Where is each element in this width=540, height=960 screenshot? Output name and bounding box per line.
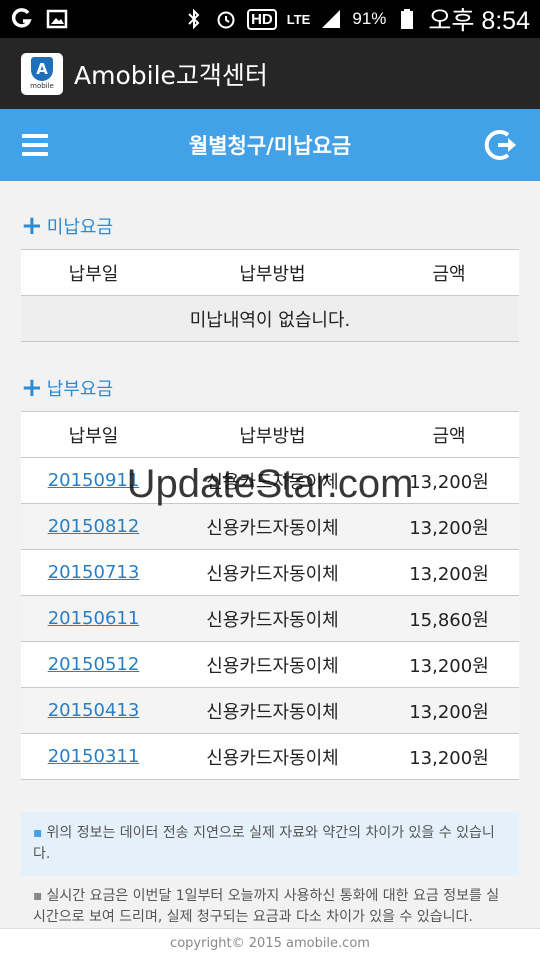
payment-date-link[interactable]: 20150413 [48, 700, 140, 721]
paid-table: 납부일 납부방법 금액 20150911 신용카드자동이체 13,200원 20… [21, 411, 519, 780]
shield-logo-icon: A [31, 57, 53, 81]
bullet-icon: ▪ [33, 888, 43, 904]
image-notification-icon [46, 8, 68, 30]
nav-bar: 월별청구/미납요금 [0, 109, 540, 181]
payment-method: 신용카드자동이체 [166, 457, 379, 504]
table-row: 20150713 신용카드자동이체 13,200원 [21, 549, 519, 596]
unpaid-title-label: 미납요금 [46, 217, 114, 238]
hd-voice-icon: HD [247, 8, 277, 30]
empty-message: 미납내역이 없습니다. [21, 295, 519, 342]
status-bar: HD LTE 91% 오후 8:54 [0, 0, 540, 38]
paid-section-title: + 납부요금 [21, 375, 519, 401]
column-header-method: 납부방법 [166, 249, 379, 296]
payment-amount: 13,200원 [379, 641, 519, 688]
column-header-date: 납부일 [21, 411, 166, 458]
payment-method: 신용카드자동이체 [166, 641, 379, 688]
paid-title-label: 납부요금 [46, 379, 114, 400]
battery-percent: 91% [352, 9, 387, 28]
logout-icon[interactable] [484, 127, 520, 163]
payment-method: 신용카드자동이체 [166, 687, 379, 734]
data-delay-notice: ▪ 위의 정보는 데이터 전송 지연으로 실제 자료와 약간의 차이가 있을 수 … [21, 812, 519, 876]
payment-date-link[interactable]: 20150611 [48, 608, 140, 629]
payment-date-link[interactable]: 20150311 [48, 746, 140, 767]
payment-date-link[interactable]: 20150812 [48, 516, 140, 537]
bullet-icon: ▪ [33, 825, 43, 841]
table-row: 20150512 신용카드자동이체 13,200원 [21, 641, 519, 688]
payment-date-link[interactable]: 20150911 [48, 470, 140, 491]
payment-date-link[interactable]: 20150713 [48, 562, 140, 583]
column-header-date: 납부일 [21, 249, 166, 296]
payment-amount: 13,200원 [379, 687, 519, 734]
app-notification-icon [10, 8, 32, 30]
column-header-amount: 금액 [379, 249, 519, 296]
unpaid-section-title: + 미납요금 [21, 213, 519, 239]
plus-icon: + [21, 373, 43, 403]
battery-icon [396, 8, 418, 30]
unpaid-table: 납부일 납부방법 금액 미납내역이 없습니다. [21, 249, 519, 342]
payment-amount: 13,200원 [379, 733, 519, 780]
payment-date-link[interactable]: 20150512 [48, 654, 140, 675]
app-logo: A mobile [21, 52, 63, 95]
bluetooth-icon [183, 8, 205, 30]
app-bar: A mobile Amobile고객센터 [0, 38, 540, 109]
clock: 오후 8:54 [428, 7, 530, 35]
main-content: + 미납요금 납부일 납부방법 금액 미납내역이 없습니다. + 납부요금 납부… [0, 181, 540, 928]
table-row: 20150611 신용카드자동이체 15,860원 [21, 595, 519, 642]
page-title: 월별청구/미납요금 [188, 134, 352, 158]
signal-icon [320, 8, 342, 30]
alarm-icon [215, 8, 237, 30]
column-header-method: 납부방법 [166, 411, 379, 458]
app-logo-sub: mobile [30, 82, 54, 90]
payment-method: 신용카드자동이체 [166, 549, 379, 596]
realtime-notice: ▪ 실시간 요금은 이번달 1일부터 오늘까지 사용하신 통화에 대한 요금 정보… [33, 888, 500, 925]
payment-method: 신용카드자동이체 [166, 595, 379, 642]
table-row: 20150413 신용카드자동이체 13,200원 [21, 687, 519, 734]
payment-method: 신용카드자동이체 [166, 733, 379, 780]
column-header-amount: 금액 [379, 411, 519, 458]
app-title: Amobile고객센터 [74, 60, 268, 90]
payment-amount: 13,200원 [379, 503, 519, 550]
payment-method: 신용카드자동이체 [166, 503, 379, 550]
lte-icon: LTE [286, 11, 311, 27]
footer-copyright: copyright© 2015 amobile.com [0, 928, 540, 960]
plus-icon: + [21, 211, 43, 241]
table-row: 20150812 신용카드자동이체 13,200원 [21, 503, 519, 550]
payment-amount: 13,200원 [379, 457, 519, 504]
payment-amount: 13,200원 [379, 549, 519, 596]
table-row: 20150311 신용카드자동이체 13,200원 [21, 733, 519, 780]
table-row: 20150911 신용카드자동이체 13,200원 [21, 457, 519, 504]
payment-amount: 15,860원 [379, 595, 519, 642]
